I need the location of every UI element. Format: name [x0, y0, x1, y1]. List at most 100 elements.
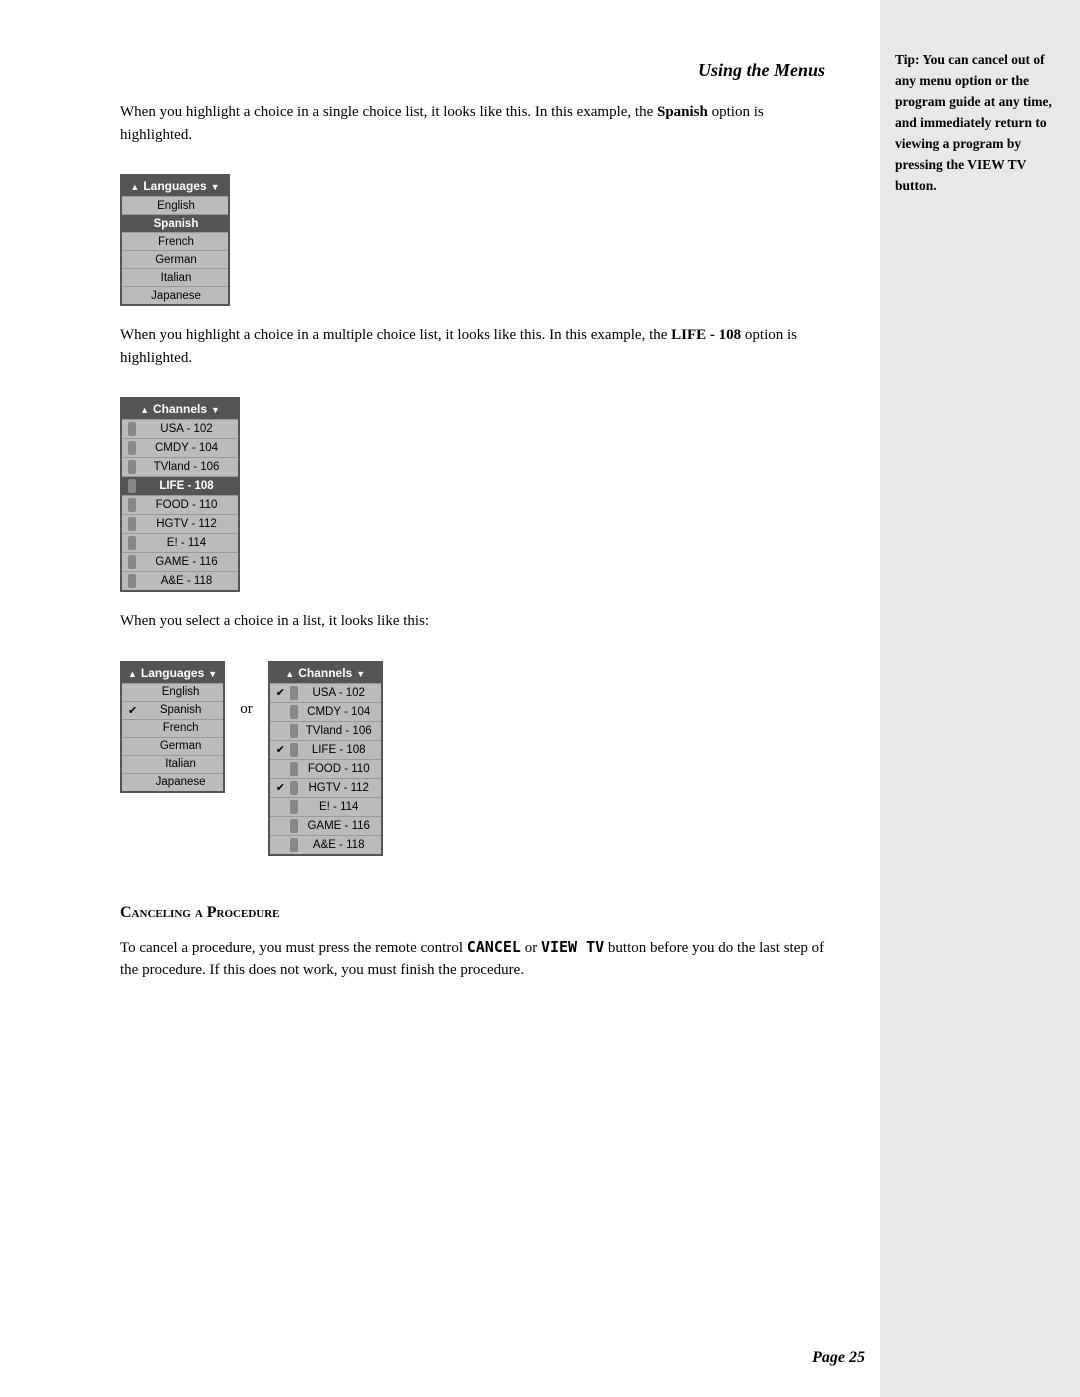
languages-menu-2-title: Languages [141, 666, 204, 680]
ch2-item-life108[interactable]: ✔ LIFE - 108 [270, 740, 381, 759]
lang1-item-french[interactable]: French [122, 232, 228, 250]
or-text: or [225, 651, 268, 718]
channels-menu-1-title: Channels [153, 402, 207, 416]
tab-left-icon [128, 479, 136, 493]
lang2-item-german[interactable]: German [122, 737, 223, 755]
ch1-item-life108[interactable]: LIFE - 108 [122, 476, 238, 495]
check-icon [276, 801, 290, 813]
ch2-item-cmdy104[interactable]: CMDY - 104 [270, 702, 381, 721]
lang2-item-french[interactable]: French [122, 719, 223, 737]
ch2-item-ae118[interactable]: A&E - 118 [270, 835, 381, 854]
tri-down-icon [211, 179, 220, 193]
lang2-item-japanese[interactable]: Japanese [122, 773, 223, 791]
tab-left-icon [128, 498, 136, 512]
main-content: Using the Menus When you highlight a cho… [0, 0, 880, 1397]
check-icon: ✔ [276, 743, 290, 756]
ch1-item-food110[interactable]: FOOD - 110 [122, 495, 238, 514]
tab-left-icon [128, 536, 136, 550]
languages-menu-1-header: Languages [122, 176, 228, 196]
tab-left-icon [290, 819, 298, 833]
check-icon [276, 725, 290, 737]
lang2-item-spanish[interactable]: ✔ Spanish [122, 701, 223, 719]
tab-left-icon [128, 460, 136, 474]
ch1-item-ae118[interactable]: A&E - 118 [122, 571, 238, 590]
lang1-item-english[interactable]: English [122, 196, 228, 214]
menus-row: Languages English ✔ Spanish French [120, 651, 830, 874]
tab-left-icon [290, 705, 298, 719]
multi-choice-intro-text: When you highlight a choice in a multipl… [120, 327, 671, 343]
tab-left-icon [290, 743, 298, 757]
tab-left-icon [290, 800, 298, 814]
lang1-item-italian[interactable]: Italian [122, 268, 228, 286]
lang1-item-japanese[interactable]: Japanese [122, 286, 228, 304]
lang1-item-spanish[interactable]: Spanish [122, 214, 228, 232]
tab-left-icon [290, 838, 298, 852]
lang2-item-italian[interactable]: Italian [122, 755, 223, 773]
ch1-item-usa102[interactable]: USA - 102 [122, 419, 238, 438]
ch1-item-tvland106[interactable]: TVland - 106 [122, 457, 238, 476]
check-icon [128, 686, 142, 698]
tab-left-icon [128, 574, 136, 588]
multi-choice-bold: LIFE - 108 [671, 327, 741, 343]
page-layout: Using the Menus When you highlight a cho… [0, 0, 1080, 1397]
languages-menu-1-title: Languages [143, 179, 206, 193]
languages-menu-2: Languages English ✔ Spanish French [120, 651, 225, 811]
check-icon [128, 740, 142, 752]
ch1-item-cmdy104[interactable]: CMDY - 104 [122, 438, 238, 457]
check-icon [276, 839, 290, 851]
tab-left-icon [290, 762, 298, 776]
tri-up-icon-2 [128, 666, 137, 680]
tab-left-icon [128, 441, 136, 455]
channels-menu-2-title: Channels [298, 666, 352, 680]
page-title: Using the Menus [120, 60, 830, 81]
check-icon [276, 820, 290, 832]
canceling-heading: Canceling a Procedure [120, 904, 830, 922]
single-choice-bold: Spanish [657, 104, 708, 120]
single-choice-para: When you highlight a choice in a single … [120, 101, 830, 146]
ch1-item-hgtv112[interactable]: HGTV - 112 [122, 514, 238, 533]
ch2-item-food110[interactable]: FOOD - 110 [270, 759, 381, 778]
tri-down-icon-ch2 [356, 666, 365, 680]
ch2-item-e114[interactable]: E! - 114 [270, 797, 381, 816]
tab-left-icon [290, 781, 298, 795]
channels-menu-2: Channels ✔ USA - 102 CMDY - 104 [268, 651, 383, 874]
lang2-item-english[interactable]: English [122, 683, 223, 701]
check-icon [128, 758, 142, 770]
ch2-item-hgtv112[interactable]: ✔ HGTV - 112 [270, 778, 381, 797]
tip-text: Tip: You can cancel out of any menu opti… [895, 50, 1065, 196]
cancel-word: CANCEL [467, 938, 521, 956]
right-sidebar: Tip: You can cancel out of any menu opti… [880, 0, 1080, 1397]
check-icon [128, 776, 142, 788]
single-choice-intro-text: When you highlight a choice in a single … [120, 104, 657, 120]
tri-up-icon [130, 179, 139, 193]
check-icon [276, 763, 290, 775]
tip-box: Tip: You can cancel out of any menu opti… [895, 50, 1065, 196]
ch1-item-game116[interactable]: GAME - 116 [122, 552, 238, 571]
check-icon [128, 722, 142, 734]
channels-menu-1-header: Channels [122, 399, 238, 419]
ch2-item-game116[interactable]: GAME - 116 [270, 816, 381, 835]
select-intro-para: When you select a choice in a list, it l… [120, 610, 830, 633]
channels-menu-2-header: Channels [270, 663, 381, 683]
tri-up-icon-ch2 [285, 666, 294, 680]
languages-menu-1: Languages English Spanish French German … [120, 164, 830, 324]
viewtv-word: VIEW TV [541, 938, 604, 956]
page-number: Page 25 [812, 1349, 865, 1367]
check-icon [276, 706, 290, 718]
tab-left-icon [128, 555, 136, 569]
check-icon: ✔ [276, 781, 290, 794]
languages-menu-2-header: Languages [122, 663, 223, 683]
channels-tri-up-icon [140, 402, 149, 416]
ch1-item-e114[interactable]: E! - 114 [122, 533, 238, 552]
tab-left-icon [290, 724, 298, 738]
multi-choice-para: When you highlight a choice in a multipl… [120, 324, 830, 369]
channels-menu-1: Channels USA - 102 CMDY - 104 TVland - 1… [120, 387, 830, 610]
check-icon: ✔ [128, 704, 142, 717]
ch2-item-tvland106[interactable]: TVland - 106 [270, 721, 381, 740]
tab-left-icon [128, 422, 136, 436]
lang1-item-german[interactable]: German [122, 250, 228, 268]
channels-tri-down-icon [211, 402, 220, 416]
ch2-item-usa102[interactable]: ✔ USA - 102 [270, 683, 381, 702]
tri-down-icon-2 [208, 666, 217, 680]
tab-left-icon [290, 686, 298, 700]
